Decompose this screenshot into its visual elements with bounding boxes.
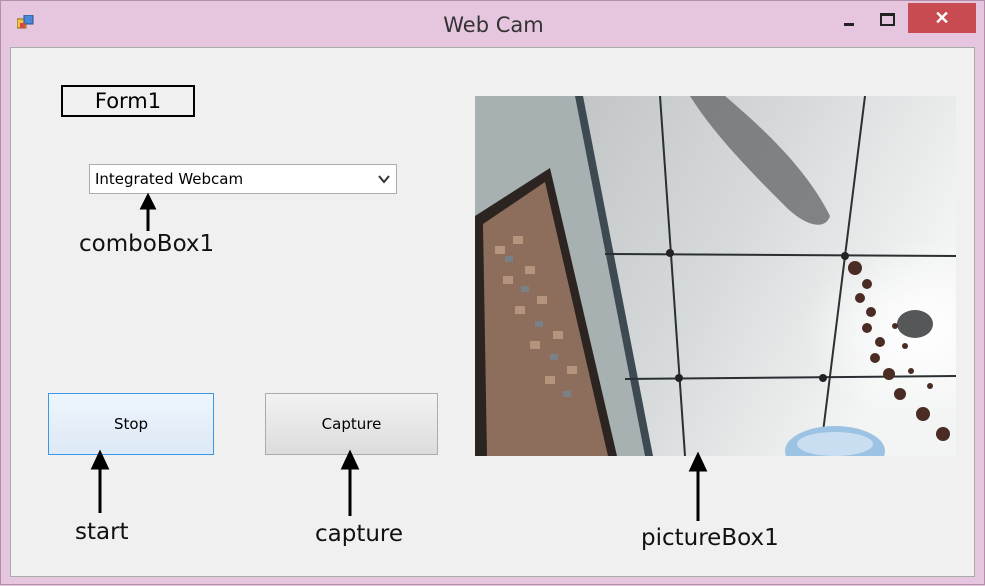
app-window: Web Cam ✕ Form1 Integrated Webcam Stop C… xyxy=(0,0,985,585)
annotation-arrows xyxy=(90,192,708,521)
